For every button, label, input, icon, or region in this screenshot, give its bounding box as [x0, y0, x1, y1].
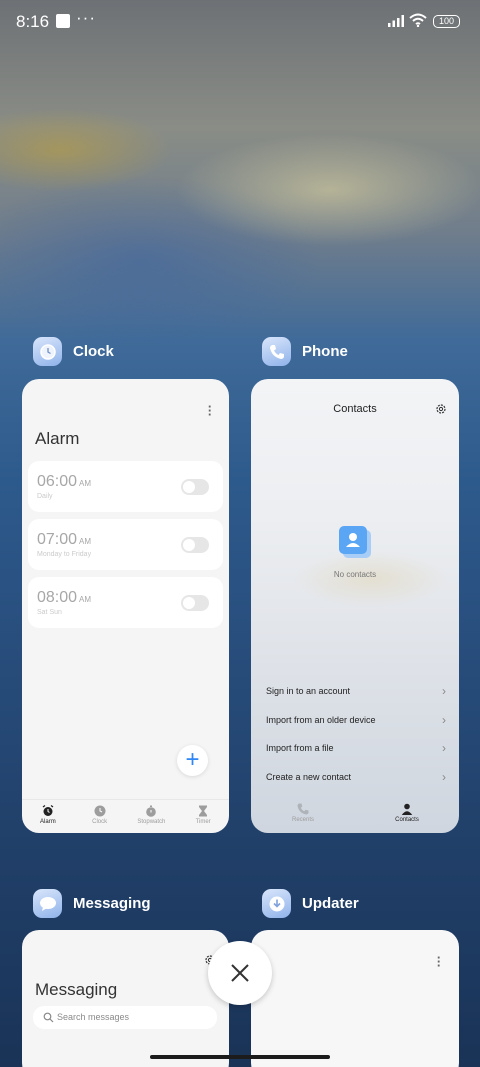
wifi-icon — [409, 13, 427, 27]
chevron-right-icon: › — [442, 770, 446, 784]
tab-clock[interactable]: Clock — [74, 800, 126, 833]
gear-icon[interactable] — [435, 403, 447, 415]
option-import-file[interactable]: Import from a file › — [266, 741, 446, 755]
alarm-ampm: AM — [79, 537, 92, 546]
status-time: 8:16 — [16, 12, 50, 31]
option-create-contact[interactable]: Create a new contact › — [266, 770, 446, 784]
alarm-repeat: Monday to Friday — [37, 551, 92, 558]
clock-icon — [94, 805, 106, 817]
clock-app-name: Clock — [73, 343, 114, 360]
alarm-page-title: Alarm — [35, 429, 80, 448]
alarm-time: 08:00 — [37, 589, 78, 606]
clock-app-header[interactable]: Clock — [33, 337, 114, 366]
clock-icon — [33, 337, 62, 366]
phone-icon — [297, 803, 309, 815]
tab-timer[interactable]: Timer — [177, 800, 229, 833]
alarm-item[interactable]: 07:00 AM Monday to Friday — [28, 519, 223, 570]
clock-bottom-nav: Alarm Clock Stopwatch Timer — [22, 799, 229, 833]
contact-card-icon — [339, 526, 367, 554]
tab-label: Timer — [195, 819, 211, 825]
tab-label: Contacts — [395, 817, 419, 823]
chevron-right-icon: › — [442, 741, 446, 755]
messaging-app-card[interactable]: Messaging Search messages — [22, 930, 229, 1067]
status-bar: 8:16 ··· 100 — [0, 0, 480, 44]
more-options-icon[interactable]: · · · — [436, 951, 442, 972]
updater-app-header[interactable]: Updater — [262, 889, 359, 918]
chevron-right-icon: › — [442, 684, 446, 698]
alarm-repeat: Sat Sun — [37, 609, 62, 616]
search-placeholder: Search messages — [57, 1012, 130, 1022]
signal-icon — [388, 15, 404, 27]
alarm-icon — [42, 805, 54, 816]
notification-icon — [56, 14, 70, 28]
alarm-toggle[interactable] — [181, 537, 209, 553]
alarm-ampm: AM — [79, 479, 92, 488]
updater-app-card[interactable]: · · · — [251, 930, 459, 1067]
phone-app-name: Phone — [302, 343, 348, 360]
updater-app-name: Updater — [302, 895, 359, 912]
clear-all-button[interactable] — [208, 941, 272, 1005]
messaging-app-header[interactable]: Messaging — [33, 889, 151, 918]
alarm-toggle[interactable] — [181, 479, 209, 495]
option-label: Sign in to an account — [266, 686, 351, 696]
alarm-ampm: AM — [79, 595, 92, 604]
alarm-toggle[interactable] — [181, 595, 209, 611]
alarm-item[interactable]: 06:00 AM Daily — [28, 461, 223, 512]
chevron-right-icon: › — [442, 713, 446, 727]
phone-app-card[interactable]: Contacts No contacts Sign in to an accou… — [251, 379, 459, 833]
search-input[interactable]: Search messages — [33, 1006, 217, 1029]
tab-label: Alarm — [40, 819, 56, 825]
add-alarm-button[interactable]: + — [177, 745, 208, 776]
phone-bottom-nav: Recents Contacts — [251, 795, 459, 833]
messaging-app-name: Messaging — [73, 895, 151, 912]
person-icon — [401, 803, 413, 815]
alarm-item[interactable]: 08:00 AM Sat Sun — [28, 577, 223, 628]
chat-bubble-icon — [33, 889, 62, 918]
tab-stopwatch[interactable]: Stopwatch — [126, 800, 178, 833]
tab-contacts[interactable]: Contacts — [355, 795, 459, 833]
tab-recents[interactable]: Recents — [251, 795, 355, 833]
contacts-title: Contacts — [333, 403, 377, 415]
home-indicator[interactable] — [150, 1055, 330, 1059]
empty-state-text: No contacts — [333, 570, 377, 579]
tab-label: Recents — [291, 817, 314, 823]
option-sign-in[interactable]: Sign in to an account › — [266, 684, 446, 698]
alarm-time: 06:00 — [37, 473, 78, 490]
tab-label: Clock — [92, 819, 108, 825]
more-notifications-icon: ··· — [76, 8, 96, 27]
phone-app-header[interactable]: Phone — [262, 337, 348, 366]
option-import-older-device[interactable]: Import from an older device › — [266, 713, 446, 727]
option-label: Import from an older device — [266, 715, 376, 725]
alarm-repeat: Daily — [37, 493, 53, 500]
option-label: Import from a file — [266, 743, 334, 753]
tab-label: Stopwatch — [137, 819, 166, 825]
search-icon — [43, 1012, 54, 1023]
hourglass-icon — [199, 805, 208, 817]
phone-icon — [262, 337, 291, 366]
alarm-time: 07:00 — [37, 531, 78, 548]
stopwatch-icon — [146, 805, 157, 817]
more-options-icon[interactable]: · · · — [207, 400, 213, 421]
messaging-page-title: Messaging — [35, 980, 118, 999]
option-label: Create a new contact — [266, 772, 352, 782]
tab-alarm[interactable]: Alarm — [22, 800, 74, 833]
battery-indicator: 100 — [433, 15, 460, 28]
close-icon — [231, 964, 249, 982]
download-icon — [262, 889, 291, 918]
clock-app-card[interactable]: · · · Alarm 06:00 AM Daily 07:00 AM Monday t… — [22, 379, 229, 833]
